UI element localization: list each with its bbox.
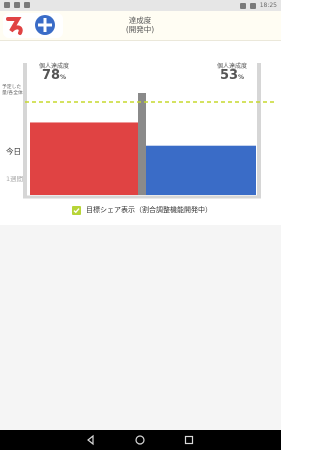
- wifi-icon: [239, 2, 246, 9]
- image-icon: [14, 2, 20, 8]
- bar-left: [30, 122, 138, 195]
- target-share-checkbox[interactable]: [72, 205, 81, 215]
- recent-icon[interactable]: [183, 434, 195, 446]
- target-share-label: 目標シェア表示（割合調整機能開発中）: [86, 206, 212, 214]
- right-value-number: 53: [219, 68, 239, 83]
- target-share-toggle[interactable]: 目標シェア表示（割合調整機能開発中）: [72, 205, 212, 215]
- check-icon: [73, 207, 80, 213]
- left-achievement-value: 78%: [34, 68, 74, 83]
- app-bar: 達成度 (開発中): [0, 11, 281, 41]
- navigation-bar: [0, 430, 281, 450]
- week-label: 1週間: [6, 175, 24, 183]
- progress-chart: 予定した 量/各全体 今日 1週間 個人達成度 78% 個人達成度 53% 目標…: [0, 40, 281, 225]
- back-icon[interactable]: [85, 434, 97, 446]
- bar-divider: [138, 93, 146, 195]
- today-label: 今日: [6, 147, 21, 156]
- battery-icon: [249, 2, 256, 9]
- home-icon[interactable]: [134, 434, 146, 446]
- page-title: 達成度 (開発中): [95, 16, 185, 34]
- right-achievement-value: 53%: [212, 68, 252, 83]
- notification-icon: [4, 2, 10, 8]
- title-sub: (開発中): [125, 25, 155, 34]
- bar-right: [146, 145, 256, 195]
- status-time: 18:25: [259, 2, 277, 9]
- right-value-unit: %: [238, 74, 245, 81]
- left-value-number: 78: [41, 68, 61, 83]
- left-value-unit: %: [60, 74, 67, 81]
- content-empty-area: [0, 225, 281, 430]
- status-bar: 18:25: [0, 0, 281, 11]
- target-label: 予定した 量/各全体: [2, 85, 23, 97]
- target-label-line2: 量/各全体: [2, 91, 23, 96]
- app-logo: [3, 13, 63, 38]
- title-main: 達成度: [128, 16, 152, 25]
- location-icon: [24, 2, 30, 8]
